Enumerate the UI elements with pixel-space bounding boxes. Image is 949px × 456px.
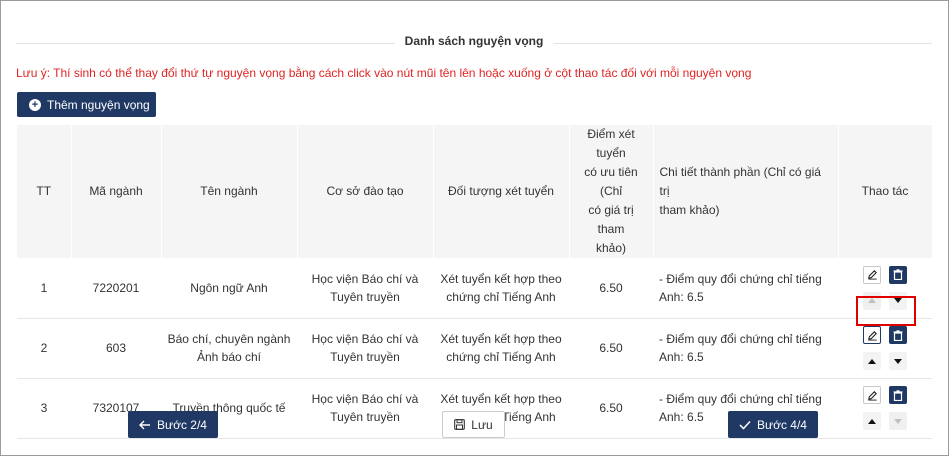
cell-co-so-line-2: Tuyên truyền <box>330 289 400 304</box>
pencil-icon <box>867 330 877 341</box>
cell-tt: 3 <box>40 401 48 415</box>
cell-doi-tuong-line-1: Xét tuyển kết hợp theo <box>440 392 562 406</box>
cell-co-so: Học viện Báo chí và Tuyên truyền <box>297 378 433 438</box>
instruction-note: Lưu ý: Thí sinh có thể thay đổi thứ tự n… <box>16 66 752 80</box>
edit-button[interactable] <box>863 386 881 404</box>
cell-diem: 6.50 <box>599 280 623 295</box>
save-label: Lưu <box>471 417 493 432</box>
add-wish-button[interactable]: + Thêm nguyện vọng <box>17 92 156 117</box>
page-title: Danh sách nguyện vọng <box>394 34 554 48</box>
cell-ten-nganh-line-1: Báo chí, chuyên ngành <box>167 332 291 346</box>
cell-co-so-line-1: Học viện Báo chí và <box>311 392 419 406</box>
wish-table: TT Mã ngành Tên ngành Cơ sở đào tạo Đối … <box>17 125 933 439</box>
cell-ten-nganh-line-2: Ảnh báo chí <box>196 350 262 364</box>
cell-chi-tiet-line-1: - Điểm quy đổi chứng chỉ tiếng <box>659 392 822 406</box>
table-header-row: TT Mã ngành Tên ngành Cơ sở đào tạo Đối … <box>17 125 933 258</box>
section-header: Danh sách nguyện vọng <box>16 34 932 52</box>
prev-step-label: Bước 2/4 <box>157 417 207 432</box>
cell-co-so-line-2: Tuyên truyền <box>330 410 400 424</box>
cell-doi-tuong-line-2: chứng chỉ Tiếng Anh <box>446 289 556 304</box>
cell-co-so: Học viện Báo chí và Tuyên truyền <box>297 318 433 378</box>
cell-doi-tuong: Xét tuyển kết hợp theo chứng chỉ Tiếng A… <box>433 318 569 378</box>
arrow-left-icon <box>139 420 151 429</box>
cell-co-so-line-1: Học viện Báo chí và <box>311 271 419 286</box>
cell-tt: 2 <box>40 341 48 355</box>
move-up-button[interactable] <box>863 352 881 370</box>
trash-icon <box>893 389 903 401</box>
cell-chi-tiet-line-2: Anh: 6.5 <box>659 289 704 304</box>
cell-chi-tiet-line-2: Anh: 6.5 <box>659 350 704 364</box>
pencil-icon <box>867 390 877 401</box>
move-down-button[interactable] <box>889 412 907 430</box>
col-diem-line-2: có ưu tiên (Chỉ <box>584 165 638 198</box>
table-row: 1 7220201 Ngôn ngữ Anh Học viện Báo chí … <box>17 258 932 318</box>
cell-doi-tuong-line-1: Xét tuyển kết hợp theo <box>440 332 562 346</box>
cell-ma-nganh: 603 <box>105 341 127 355</box>
move-up-button[interactable] <box>863 291 881 310</box>
edit-button[interactable] <box>863 265 881 284</box>
add-wish-label: Thêm nguyện vọng <box>47 97 150 112</box>
cell-chi-tiet: - Điểm quy đổi chứng chỉ tiếng Anh: 6.5 <box>653 258 838 318</box>
cell-diem: 6.50 <box>599 341 623 355</box>
col-co-so: Cơ sở đào tạo <box>297 125 434 258</box>
cell-ten-nganh-line-1: Ngôn ngữ Anh <box>190 280 268 295</box>
col-chi-tiet-line-1: Chi tiết thành phần (Chỉ có giá trị <box>659 165 821 198</box>
col-ten-nganh: Tên ngành <box>161 125 298 258</box>
cell-doi-tuong: Xét tuyển kết hợp theo chứng chỉ Tiếng A… <box>433 258 569 318</box>
cell-actions <box>838 378 932 438</box>
prev-step-button[interactable]: Bước 2/4 <box>128 411 218 438</box>
col-ma-nganh: Mã ngành <box>71 125 162 258</box>
cell-co-so-line-2: Tuyên truyền <box>330 350 400 364</box>
arrow-up-icon <box>868 298 876 304</box>
cell-ma-nganh: 7220201 <box>92 280 140 295</box>
checkmark-icon <box>739 420 751 430</box>
move-down-button[interactable] <box>889 291 907 310</box>
col-chi-tiet-line-2: tham khảo) <box>659 203 720 217</box>
cell-chi-tiet-line-1: - Điểm quy đổi chứng chỉ tiếng <box>659 271 822 286</box>
pencil-icon <box>867 270 877 280</box>
col-thao-tac: Thao tác <box>838 125 933 258</box>
table-row: 2 603 Báo chí, chuyên ngành Ảnh báo chí … <box>17 318 932 378</box>
trash-icon <box>893 329 903 341</box>
edit-button[interactable] <box>863 326 881 344</box>
col-diem-line-1: Điểm xét tuyển <box>587 127 635 160</box>
arrow-up-icon <box>868 358 876 364</box>
cell-diem: 6.50 <box>599 401 623 415</box>
cell-chi-tiet-line-1: - Điểm quy đổi chứng chỉ tiếng <box>659 332 822 346</box>
cell-tt: 1 <box>40 280 48 295</box>
cell-chi-tiet: - Điểm quy đổi chứng chỉ tiếng Anh: 6.5 <box>653 318 838 378</box>
cell-co-so-line-1: Học viện Báo chí và <box>311 332 419 346</box>
arrow-down-icon <box>894 298 902 304</box>
plus-circle-icon: + <box>29 98 41 111</box>
cell-actions <box>838 318 932 378</box>
cell-doi-tuong-line-1: Xét tuyển kết hợp theo <box>440 271 562 286</box>
move-up-button[interactable] <box>863 412 881 430</box>
col-diem-line-4: khảo) <box>595 241 627 255</box>
next-step-button[interactable]: Bước 4/4 <box>728 411 818 438</box>
col-tt: TT <box>17 125 72 258</box>
save-button[interactable]: Lưu <box>442 411 505 438</box>
move-down-button[interactable] <box>889 352 907 370</box>
cell-ten-nganh: Ngôn ngữ Anh <box>161 258 297 318</box>
delete-button[interactable] <box>889 265 907 284</box>
floppy-disk-icon <box>454 419 466 430</box>
cell-ten-nganh: Báo chí, chuyên ngành Ảnh báo chí <box>161 318 297 378</box>
col-doi-tuong: Đối tượng xét tuyển <box>433 125 570 258</box>
delete-button[interactable] <box>889 386 907 404</box>
arrow-down-icon <box>894 358 902 364</box>
arrow-down-icon <box>894 418 902 424</box>
cell-co-so: Học viện Báo chí và Tuyên truyền <box>297 258 433 318</box>
trash-icon <box>893 269 903 281</box>
cell-doi-tuong-line-2: chứng chỉ Tiếng Anh <box>446 350 556 364</box>
cell-actions <box>838 258 932 318</box>
next-step-label: Bước 4/4 <box>757 417 807 432</box>
col-diem: Điểm xét tuyển có ưu tiên (Chỉ có giá tr… <box>569 125 654 258</box>
delete-button[interactable] <box>889 326 907 344</box>
col-chi-tiet: Chi tiết thành phần (Chỉ có giá trị tham… <box>653 125 839 258</box>
arrow-up-icon <box>868 418 876 424</box>
col-diem-line-3: có giá trị tham <box>588 203 634 236</box>
